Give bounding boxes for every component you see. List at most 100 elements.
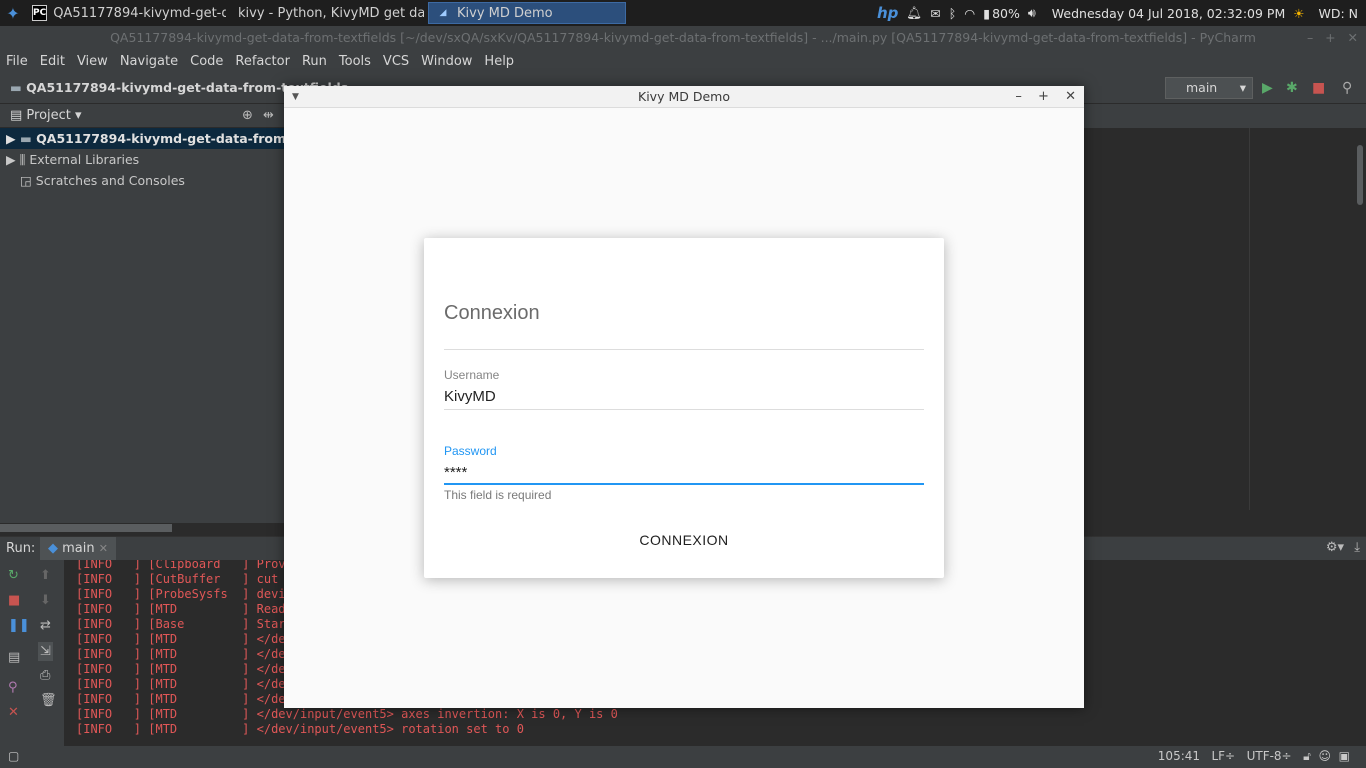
login-card: Connexion Username KivyMD Password **** … [424,238,944,578]
run-toolbar: ↻ ■ ❚❚ ▤ ⚲ ✕ ⬆ ⬇ ⇄ ⇲ ⎙ 🗑︎ [0,560,64,746]
minimize-icon[interactable]: – [1015,89,1022,104]
run-config-label: main [1186,80,1218,95]
kivy-icon: ◢ [439,8,447,18]
menubar: File Edit View Navigate Code Refactor Ru… [0,50,1366,72]
wifi-icon[interactable]: ◠ [964,6,975,21]
tree-item-label: Scratches and Consoles [35,173,185,188]
stop-icon[interactable]: ■ [1312,80,1325,96]
scratch-icon: ◲ [20,173,32,188]
file-encoding[interactable]: UTF-8÷ [1247,749,1292,763]
down-icon[interactable]: ⬇ [40,593,51,608]
menu-window[interactable]: Window [421,54,472,69]
bluetooth-icon[interactable]: ᛒ [949,6,957,21]
menu-tools[interactable]: Tools [339,54,371,69]
task-label: kivy - Python, KivyMD get dat... [238,5,424,21]
menu-view[interactable]: View [77,54,108,69]
password-field[interactable]: **** [444,464,467,481]
menu-run[interactable]: Run [302,54,327,69]
clock[interactable]: Wednesday 04 Jul 2018, 02:32:09 PM [1052,6,1285,21]
collapse-icon[interactable]: ⇹ [263,108,274,123]
battery-level: 80% [992,5,1020,21]
chevron-down-icon: ▾ [1239,80,1246,95]
volume-icon[interactable]: 🔊︎ [1028,5,1036,21]
event-log-icon[interactable]: ▣ [1339,749,1350,763]
password-underline [444,483,924,485]
scroll-end-icon[interactable]: ⇲ [38,642,53,661]
task-kivy[interactable]: ◢ Kivy MD Demo [428,2,626,24]
menu-logo-icon[interactable]: ✦ [0,0,26,26]
run-config-select[interactable]: main ▾ [1165,77,1253,99]
trash-icon[interactable]: 🗑︎ [40,693,57,708]
editor-scrollbar[interactable] [1357,145,1363,205]
project-pane-header: ▤ Project ▾ ⊕ ⇹ [0,104,284,128]
close-icon[interactable]: ✕ [1065,89,1076,104]
weather-icon[interactable]: ☀ [1293,6,1304,21]
project-pane-title[interactable]: ▤ Project ▾ [10,108,82,123]
bell-icon[interactable]: 🔔︎ [906,5,922,21]
tree-item-external-libraries[interactable]: ▶ ⫼ External Libraries [0,149,284,170]
folder-icon: ▬ [10,80,22,95]
layout-icon[interactable]: ▤ [8,650,20,665]
kivy-window-title: Kivy MD Demo [638,89,730,104]
run-label: Run: [6,541,36,556]
gear-icon[interactable]: ⚙▾ [1326,540,1344,555]
tree-item-label: External Libraries [29,152,140,167]
caret-position[interactable]: 105:41 [1158,749,1200,763]
window-menu-icon[interactable]: ▼ [292,86,299,108]
username-field[interactable]: KivyMD [444,388,496,405]
hp-icon[interactable]: hp [877,4,898,22]
toolwindow-icon[interactable]: ▢ [8,749,19,763]
maximize-icon[interactable]: + [1038,89,1049,104]
locate-icon[interactable]: ⊕ [242,108,253,123]
taskbar: ✦ PC QA51177894-kivymd-get-dat... kivy -… [0,0,1366,26]
pin-icon[interactable]: ⚲ [8,680,18,695]
close-icon[interactable]: ✕ [8,705,19,720]
task-chrome[interactable]: kivy - Python, KivyMD get dat... [226,2,424,24]
menu-navigate[interactable]: Navigate [120,54,178,69]
pause-icon[interactable]: ❚❚ [8,618,30,633]
workspace-label[interactable]: WD: N [1318,6,1358,21]
log-line: [INFO ] [MTD ] </dev/input/event5> rotat… [76,722,524,736]
right-margin-line [1249,128,1250,510]
search-icon[interactable]: ⚲ [1342,80,1352,96]
debug-icon[interactable]: ✱ [1286,80,1298,96]
tree-item-scratches[interactable]: ◲ Scratches and Consoles [0,170,284,191]
task-label: QA51177894-kivymd-get-dat... [53,5,226,21]
menu-help[interactable]: Help [484,54,514,69]
editor-tabs [1084,104,1366,128]
password-label: Password [444,444,497,458]
menu-vcs[interactable]: VCS [383,54,409,69]
inspector-icon[interactable]: ☺ [1319,749,1332,763]
line-separator[interactable]: LF÷ [1211,749,1235,763]
run-icon[interactable]: ▶ [1262,80,1273,96]
print-icon[interactable]: ⎙ [40,668,50,683]
battery-icon[interactable]: ▮ [983,6,990,21]
wrap-icon[interactable]: ⇄ [40,618,51,633]
hide-icon[interactable]: ⤓ [1354,540,1360,555]
run-tab-main[interactable]: ◆ main ✕ [40,537,116,561]
project-scrollbar[interactable] [0,524,172,532]
kivy-window-controls: – + ✕ [1003,86,1076,108]
tree-item-project[interactable]: ▶ ▬ QA51177894-kivymd-get-data-from-text… [0,128,284,149]
log-line: [INFO ] [MTD ] </dev/input/event5> axes … [76,707,618,721]
username-label: Username [444,368,500,382]
menu-code[interactable]: Code [190,54,223,69]
run-tab-label: main [62,541,95,556]
menu-file[interactable]: File [6,54,28,69]
close-icon[interactable]: ✕ [99,542,108,555]
lock-icon[interactable]: 🔓︎ [1303,749,1311,763]
status-items: 105:41 LF÷ UTF-8÷ 🔓︎ ☺ ▣ [1158,749,1350,764]
stop-icon[interactable]: ■ [8,593,20,608]
rerun-icon[interactable]: ↻ [8,568,19,583]
tree-item-label: QA51177894-kivymd-get-data-from-textfiel… [36,131,284,146]
mail-icon[interactable]: ✉ [930,6,940,21]
ide-window-buttons[interactable]: – + ✕ [1307,26,1358,50]
connexion-button[interactable]: CONNEXION [614,526,754,554]
heading-divider [444,349,924,350]
task-pycharm[interactable]: PC QA51177894-kivymd-get-dat... [26,2,226,24]
kivy-window: ▼ Kivy MD Demo – + ✕ Connexion Username … [284,86,1084,708]
kivy-titlebar[interactable]: ▼ Kivy MD Demo – + ✕ [284,86,1084,108]
up-icon[interactable]: ⬆ [40,568,51,583]
menu-refactor[interactable]: Refactor [235,54,290,69]
menu-edit[interactable]: Edit [40,54,65,69]
